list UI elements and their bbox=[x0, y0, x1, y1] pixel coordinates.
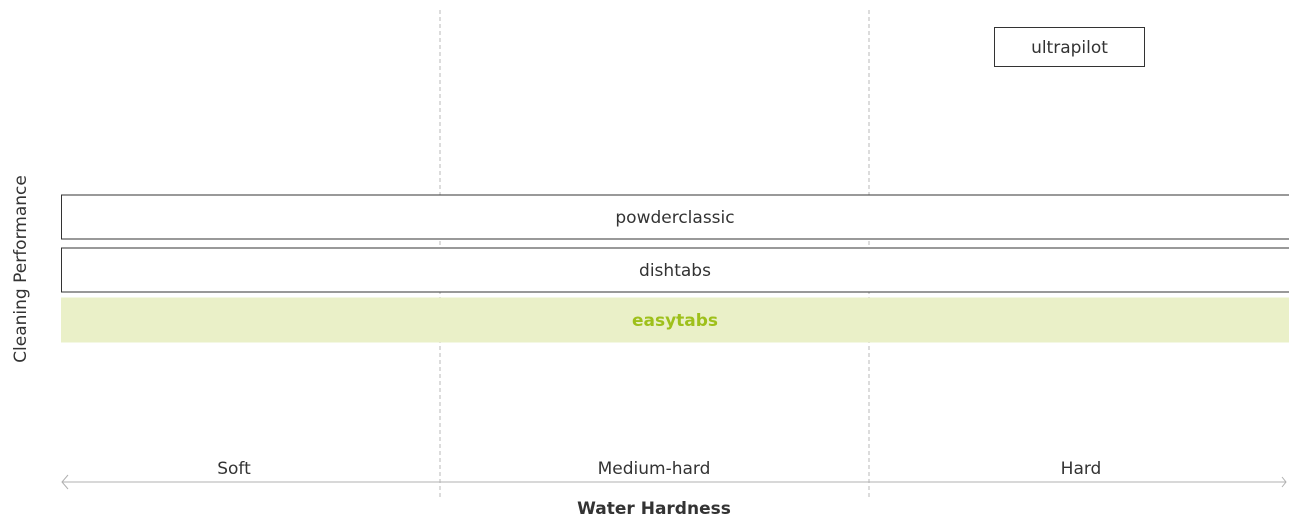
band-easytabs: easytabs bbox=[61, 297, 1289, 343]
band-label: ultrapilot bbox=[1031, 38, 1108, 58]
band-label: powderclassic bbox=[615, 208, 734, 228]
category-labels: Soft Medium-hard Hard bbox=[217, 459, 1101, 479]
x-axis-title: Water Hardness bbox=[577, 499, 731, 519]
y-axis-title: Cleaning Performance bbox=[11, 175, 31, 363]
band-ultrapilot: ultrapilot bbox=[994, 27, 1145, 67]
band-label: dishtabs bbox=[639, 261, 711, 281]
product-bands: ultrapilot powderclassic dishtabs easytabs bbox=[61, 27, 1289, 343]
band-powderclassic: powderclassic bbox=[61, 194, 1289, 240]
band-dishtabs: dishtabs bbox=[61, 247, 1289, 293]
water-hardness-chart: ultrapilotpowderclassicdishtabseasytabs … bbox=[11, 10, 1289, 519]
category-label: Soft bbox=[217, 459, 251, 479]
band-label: easytabs bbox=[632, 311, 718, 331]
category-label: Hard bbox=[1061, 459, 1102, 479]
category-label: Medium-hard bbox=[598, 459, 711, 479]
